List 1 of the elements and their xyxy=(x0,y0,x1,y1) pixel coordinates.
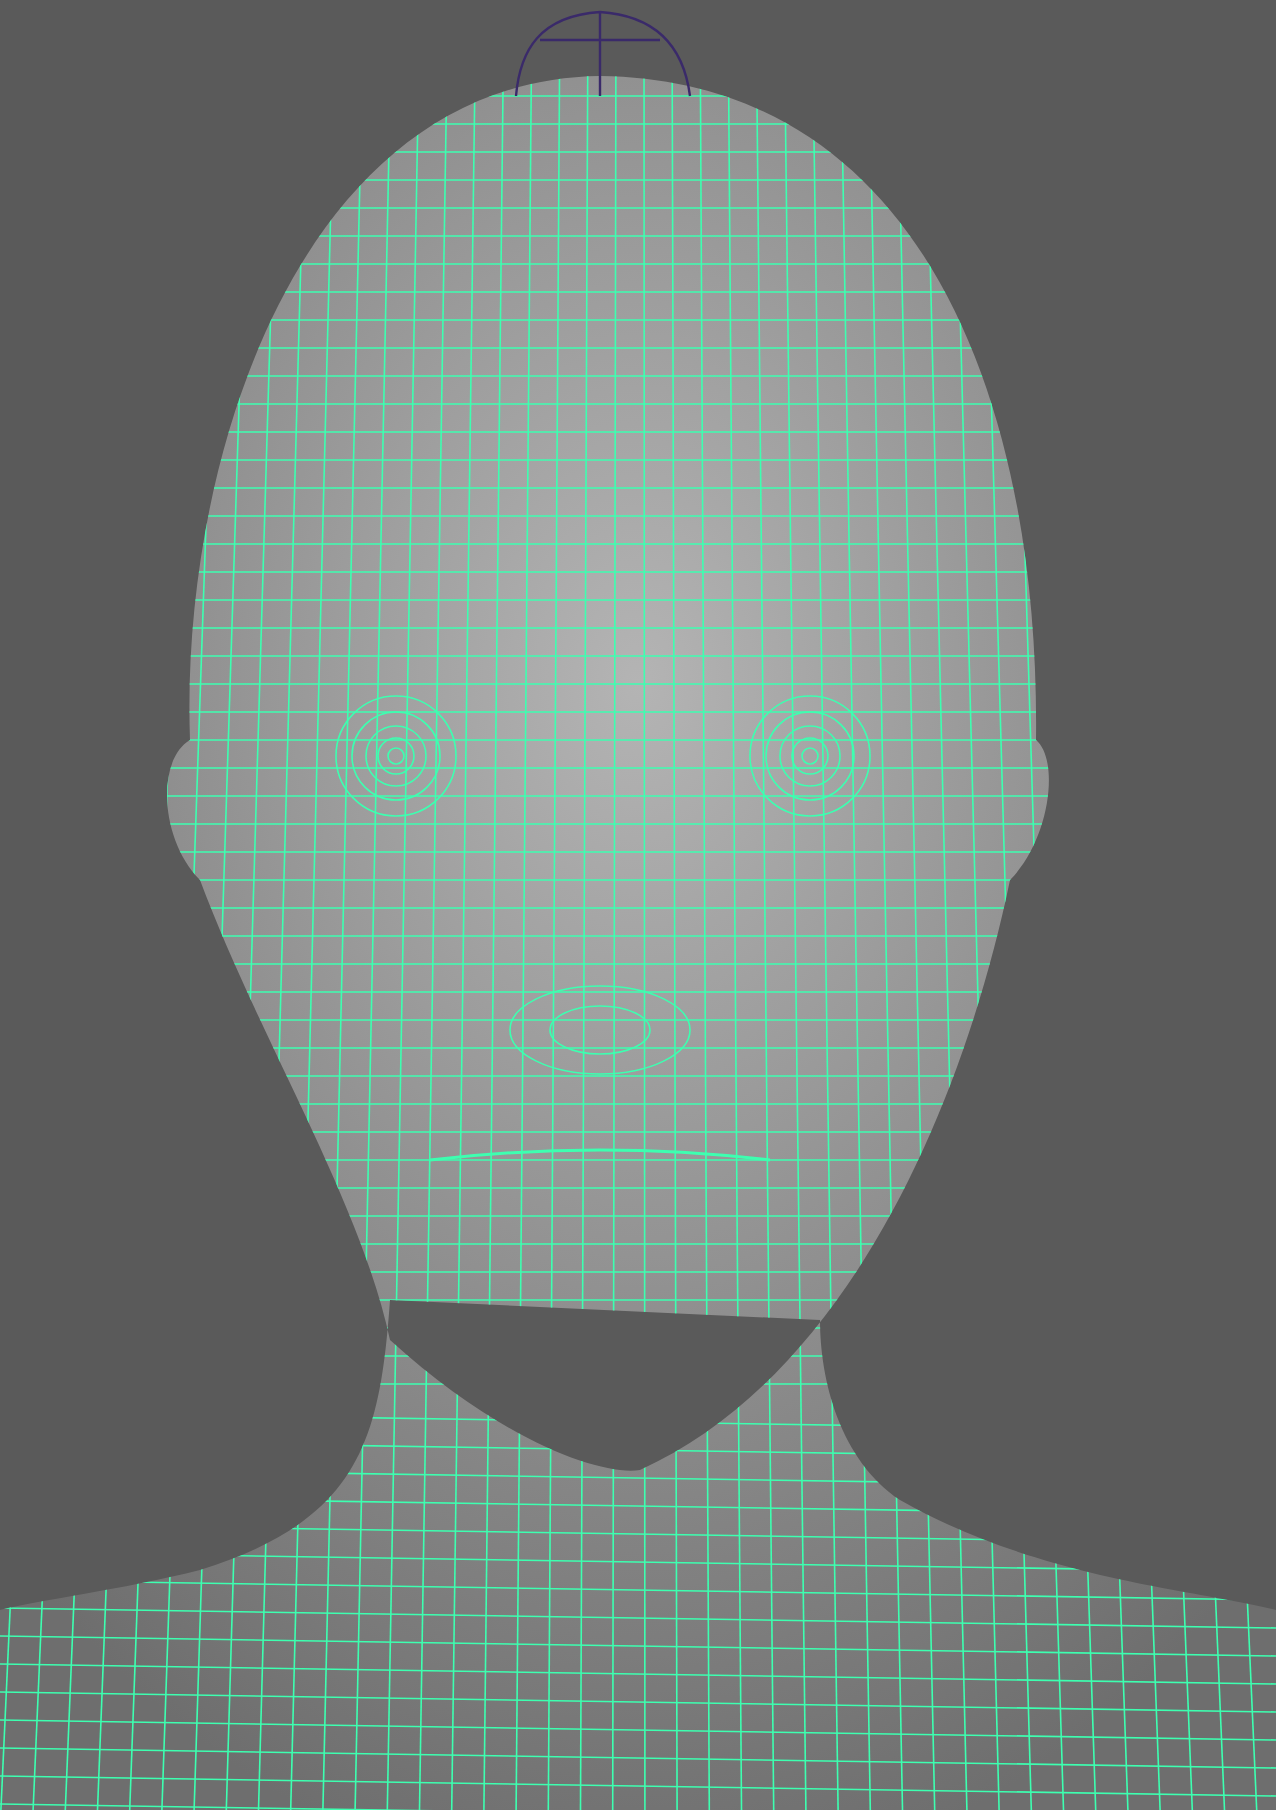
joint-marker-icon xyxy=(514,10,692,98)
